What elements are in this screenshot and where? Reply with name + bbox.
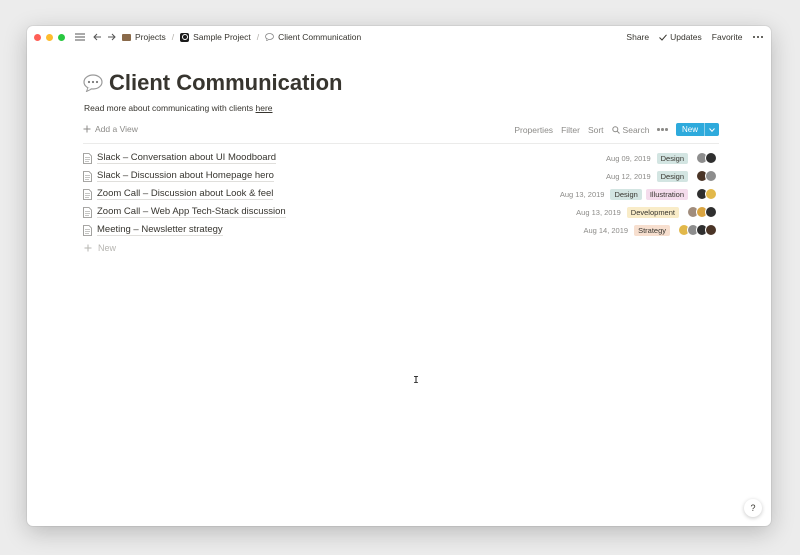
new-dropdown-button[interactable] (704, 123, 719, 136)
tag-badge: Design (656, 170, 688, 182)
breadcrumb-separator: / (256, 32, 260, 42)
more-options-icon[interactable] (752, 35, 763, 39)
avatar (705, 170, 717, 182)
updates-button[interactable]: Updates (659, 32, 702, 42)
check-icon (659, 33, 667, 41)
speech-bubble-icon (83, 74, 103, 92)
intro-link[interactable]: here (256, 103, 273, 113)
avatar (705, 206, 717, 218)
list-item-title[interactable]: Meeting – Newsletter strategy (97, 224, 223, 236)
list-item-date: Aug 09, 2019 (606, 153, 651, 163)
document-icon (83, 170, 92, 182)
avatar (705, 152, 717, 164)
breadcrumb-separator: / (171, 32, 175, 42)
help-button[interactable]: ? (744, 499, 762, 517)
maximize-window-button[interactable] (58, 33, 65, 41)
forward-arrow-icon[interactable] (107, 33, 116, 41)
list-item[interactable]: Slack – Discussion about Homepage hero Au… (83, 167, 719, 185)
intro-text-body: Read more about communicating with clien… (84, 103, 256, 113)
tag-badge: Design (610, 188, 642, 200)
new-button[interactable]: New (675, 123, 719, 136)
breadcrumb-label: Projects (135, 32, 166, 42)
view-toolbar: Add a View Properties Filter Sort Search… (83, 123, 719, 138)
tag-badge: Development (626, 206, 679, 218)
add-view-label: Add a View (95, 124, 138, 134)
add-new-row-button[interactable]: New (83, 239, 719, 257)
app-window: Projects / Sample Project / Client Commu… (27, 26, 771, 526)
intro-text: Read more about communicating with clien… (84, 103, 273, 113)
view-actions: Properties Filter Sort Search New (514, 123, 719, 136)
breadcrumb-projects[interactable]: Projects (122, 32, 166, 42)
window-controls (34, 33, 65, 41)
breadcrumb-label: Client Communication (278, 32, 362, 42)
list-item[interactable]: Zoom Call – Discussion about Look & feel… (83, 185, 719, 203)
filter-button[interactable]: Filter (561, 125, 580, 135)
new-row-label: New (98, 243, 117, 253)
list-item[interactable]: Meeting – Newsletter strategy Aug 14, 201… (83, 221, 719, 239)
document-icon (83, 152, 92, 164)
list-item-date: Aug 13, 2019 (576, 207, 621, 217)
breadcrumb-label: Sample Project (193, 32, 251, 42)
view-more-icon[interactable] (657, 128, 668, 131)
search-icon (611, 125, 620, 134)
project-icon (180, 32, 190, 42)
list-item-properties: Aug 12, 2019 Design (606, 167, 717, 185)
document-icon (83, 206, 92, 218)
minimize-window-button[interactable] (46, 33, 53, 41)
page-title: Client Communication (83, 68, 342, 98)
avatar (705, 188, 717, 200)
properties-button[interactable]: Properties (514, 125, 553, 135)
speech-bubble-icon (265, 33, 275, 41)
favorite-button[interactable]: Favorite (712, 32, 743, 42)
tag-badge: Illustration (645, 188, 688, 200)
avatar (705, 224, 717, 236)
plus-icon (84, 244, 92, 252)
avatar-group (678, 224, 717, 236)
plus-icon (83, 125, 91, 133)
tag-badge: Strategy (634, 224, 670, 236)
updates-label: Updates (670, 32, 702, 42)
page-list: Slack – Conversation about UI Moodboard A… (83, 149, 719, 257)
sort-button[interactable]: Sort (588, 125, 604, 135)
search-button[interactable]: Search (611, 124, 650, 135)
menu-icon[interactable] (75, 33, 85, 41)
document-icon (83, 224, 92, 236)
divider (83, 143, 719, 144)
briefcase-icon (122, 33, 131, 41)
list-item[interactable]: Slack – Conversation about UI Moodboard A… (83, 149, 719, 167)
avatar-group (687, 206, 717, 218)
avatar-group (696, 170, 717, 182)
tag-badge: Design (656, 152, 688, 164)
share-button[interactable]: Share (626, 32, 649, 42)
breadcrumb: Projects / Sample Project / Client Commu… (122, 32, 361, 42)
list-item-title[interactable]: Slack – Conversation about UI Moodboard (97, 152, 277, 164)
search-label: Search (622, 124, 650, 135)
document-icon (83, 188, 92, 200)
chevron-down-icon (709, 127, 715, 132)
list-item-date: Aug 12, 2019 (606, 171, 651, 181)
new-button-label: New (681, 125, 698, 134)
page-title-text: Client Communication (109, 70, 343, 95)
list-item-properties: Aug 14, 2019 Strategy (583, 221, 717, 239)
avatar-group (696, 188, 717, 200)
breadcrumb-sample-project[interactable]: Sample Project (180, 32, 251, 42)
list-item[interactable]: Zoom Call – Web App Tech-Stack discussio… (83, 203, 719, 221)
list-item-properties: Aug 13, 2019 Development (576, 203, 717, 221)
avatar-group (696, 152, 717, 164)
list-item-date: Aug 13, 2019 (559, 189, 605, 199)
top-bar-actions: Share Updates Favorite (626, 26, 763, 48)
breadcrumb-client-communication[interactable]: Client Communication (265, 32, 361, 42)
list-item-title[interactable]: Slack – Discussion about Homepage hero (97, 170, 274, 182)
list-item-date: Aug 14, 2019 (583, 225, 629, 235)
back-arrow-icon[interactable] (93, 33, 102, 41)
close-window-button[interactable] (34, 33, 41, 41)
list-item-properties: Aug 13, 2019 Design Illustration (560, 185, 717, 203)
text-cursor-icon: I (413, 375, 420, 386)
list-item-properties: Aug 09, 2019 Design (606, 149, 717, 167)
list-item-title[interactable]: Zoom Call – Discussion about Look & feel (97, 188, 274, 200)
add-view-button[interactable]: Add a View (83, 124, 138, 134)
top-bar: Projects / Sample Project / Client Commu… (27, 26, 771, 48)
list-item-title[interactable]: Zoom Call – Web App Tech-Stack discussio… (97, 206, 286, 218)
